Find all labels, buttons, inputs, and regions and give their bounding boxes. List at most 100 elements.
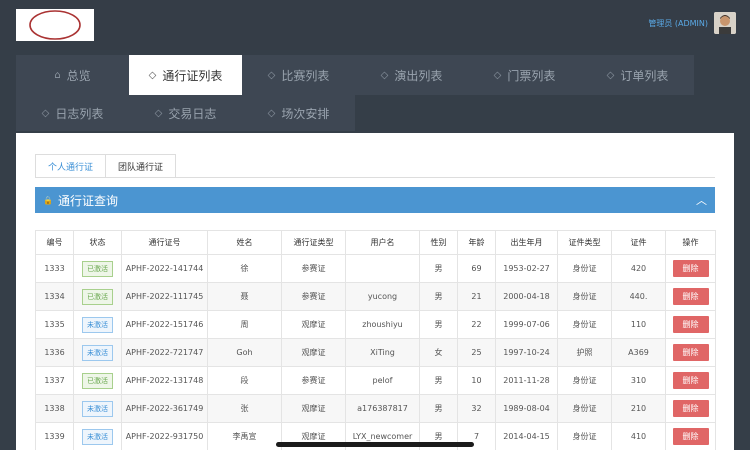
- nav-label: 门票列表: [507, 68, 556, 83]
- nav-item-show-list[interactable]: ◇ 演出列表: [355, 55, 468, 95]
- table-row: 1338 未激活 APHF-2022-361749 张观摩证 a176387817 男 32…: [35, 394, 716, 423]
- cell-birth: 1953-02-27: [495, 254, 558, 283]
- nav-item-transaction-log[interactable]: ◇ 交易日志: [129, 95, 242, 131]
- tab-personal-pass[interactable]: 个人通行证: [35, 154, 107, 178]
- nav-item-order-list[interactable]: ◇ 订单列表: [581, 55, 694, 95]
- delete-button[interactable]: 删除: [672, 316, 709, 333]
- cell-pass-no: APHF-2022-931750: [121, 422, 208, 450]
- query-panel-header[interactable]: 🔒 通行证查询 ︿: [35, 187, 715, 213]
- cell-gender: 男: [419, 394, 458, 423]
- cell-status: 未激活: [73, 394, 122, 423]
- cell-age: 10: [457, 366, 496, 395]
- cell-username: [345, 254, 420, 283]
- cell-birth: 2011-11-28: [495, 366, 558, 395]
- avatar-image: [714, 12, 736, 34]
- cell-status: 已激活: [73, 254, 122, 283]
- col-header: 操作: [665, 230, 716, 255]
- cell-gender: 女: [419, 338, 458, 367]
- admin-name[interactable]: 管理员 (ADMIN): [648, 18, 708, 29]
- nav-item-pass-list[interactable]: ◇ 通行证列表: [129, 55, 242, 95]
- cell-doc-type: 身份证: [557, 310, 612, 339]
- lock-icon: 🔒: [43, 195, 53, 205]
- nav-item-ticket-list[interactable]: ◇ 门票列表: [468, 55, 581, 95]
- tag-icon: ◇: [267, 69, 276, 81]
- cell-doc: 410: [611, 422, 666, 450]
- cell-id: 1333: [35, 254, 74, 283]
- cell-name: 李禹宣: [207, 422, 282, 450]
- cell-username: yucong: [345, 282, 420, 311]
- col-header: 证件: [611, 230, 666, 255]
- cell-pass-type: 参赛证: [281, 282, 346, 311]
- cell-name: Goh: [207, 338, 282, 367]
- status-badge: 已激活: [82, 260, 113, 277]
- top-bar: 管理员 (ADMIN): [0, 0, 750, 50]
- table-row: 1333 已激活 APHF-2022-141744 徐参赛证 男 69 1953-02-27…: [35, 254, 716, 283]
- nav-label: 交易日志: [168, 106, 217, 121]
- logo-mark: [29, 10, 81, 40]
- status-badge: 已激活: [82, 372, 113, 389]
- cell-name: 徐: [207, 254, 282, 283]
- cell-age: 21: [457, 282, 496, 311]
- cell-doc-type: 身份证: [557, 254, 612, 283]
- nav-item-overview[interactable]: ⌂ 总览: [16, 55, 129, 95]
- cell-age: 69: [457, 254, 496, 283]
- cell-status: 未激活: [73, 338, 122, 367]
- cell-age: 25: [457, 338, 496, 367]
- cell-actions: 删除: [665, 282, 716, 311]
- nav-row-2: ◇ 日志列表 ◇ 交易日志 ◇ 场次安排: [16, 95, 355, 131]
- cell-pass-no: APHF-2022-721747: [121, 338, 208, 367]
- nav-item-log-list[interactable]: ◇ 日志列表: [16, 95, 129, 131]
- cell-id: 1335: [35, 310, 74, 339]
- cell-username: zhoushiyu: [345, 310, 420, 339]
- tab-team-pass[interactable]: 团队通行证: [106, 154, 177, 178]
- cell-username: XiTing: [345, 338, 420, 367]
- admin-menu[interactable]: 管理员 (ADMIN): [648, 12, 736, 34]
- pass-table: 编号 状态 通行证号 姓名 通行证类型 用户名 性别 年龄 出生年月 证件类型 …: [35, 230, 716, 450]
- delete-button[interactable]: 删除: [672, 428, 709, 445]
- cell-id: 1336: [35, 338, 74, 367]
- col-header: 证件类型: [557, 230, 612, 255]
- nav-item-schedule[interactable]: ◇ 场次安排: [242, 95, 355, 131]
- col-header: 编号: [35, 230, 74, 255]
- cell-doc: 210: [611, 394, 666, 423]
- cell-pass-no: APHF-2022-111745: [121, 282, 208, 311]
- table-header-row: 编号 状态 通行证号 姓名 通行证类型 用户名 性别 年龄 出生年月 证件类型 …: [35, 230, 716, 255]
- cell-status: 已激活: [73, 282, 122, 311]
- cell-username: pelof: [345, 366, 420, 395]
- status-badge: 未激活: [82, 344, 113, 361]
- cell-doc-type: 身份证: [557, 366, 612, 395]
- cell-gender: 男: [419, 366, 458, 395]
- tag-icon: ◇: [154, 107, 163, 119]
- nav-item-match-list[interactable]: ◇ 比赛列表: [242, 55, 355, 95]
- tag-icon: ◇: [41, 107, 50, 119]
- logo[interactable]: [16, 9, 94, 41]
- nav-label: 订单列表: [620, 68, 669, 83]
- col-header: 出生年月: [495, 230, 558, 255]
- tag-icon: ◇: [493, 69, 502, 81]
- cell-birth: 2014-04-15: [495, 422, 558, 450]
- delete-button[interactable]: 删除: [672, 372, 709, 389]
- cell-pass-type: 参赛证: [281, 366, 346, 395]
- cell-name: 聂: [207, 282, 282, 311]
- cell-name: 段: [207, 366, 282, 395]
- cell-gender: 男: [419, 310, 458, 339]
- delete-button[interactable]: 删除: [672, 260, 709, 277]
- cell-birth: 2000-04-18: [495, 282, 558, 311]
- cell-id: 1337: [35, 366, 74, 395]
- delete-button[interactable]: 删除: [672, 344, 709, 361]
- avatar[interactable]: [714, 12, 736, 34]
- cell-name: 周: [207, 310, 282, 339]
- delete-button[interactable]: 删除: [672, 400, 709, 417]
- col-header: 状态: [73, 230, 122, 255]
- tag-icon: ◇: [606, 69, 615, 81]
- cell-status: 未激活: [73, 310, 122, 339]
- chevron-up-icon[interactable]: ︿: [696, 192, 707, 208]
- cell-doc: 420: [611, 254, 666, 283]
- table-row: 1336 未激活 APHF-2022-721747 Goh 观摩证 XiTing 女 25 19…: [35, 338, 716, 367]
- delete-button[interactable]: 删除: [672, 288, 709, 305]
- cell-actions: 删除: [665, 310, 716, 339]
- cell-name: 张: [207, 394, 282, 423]
- col-header: 性别: [419, 230, 458, 255]
- cell-pass-type: 观摩证: [281, 338, 346, 367]
- nav-row-1: ⌂ 总览 ◇ 通行证列表 ◇ 比赛列表 ◇ 演出列表 ◇ 门票列表 ◇ 订单列表: [16, 55, 694, 95]
